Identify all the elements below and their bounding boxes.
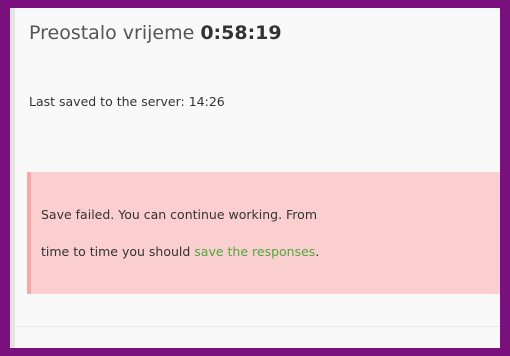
save-responses-link[interactable]: save the responses: [194, 244, 315, 259]
alert-line-2-text: time to time you should: [41, 244, 191, 259]
alert-line-2-end: .: [315, 244, 320, 259]
alert-line-2: time to time you should save the respons…: [41, 233, 489, 270]
save-failed-alert: Save failed. You can continue working. F…: [27, 172, 500, 294]
quiz-timer-panel: Preostalo vrijeme 0:58:19 Last saved to …: [10, 8, 500, 348]
time-remaining-value: 0:58:19: [200, 22, 282, 44]
panel-divider: [15, 326, 500, 327]
alert-line-1: Save failed. You can continue working. F…: [41, 207, 318, 222]
last-saved-status: Last saved to the server: 14:26: [29, 94, 225, 109]
time-remaining-label: Preostalo vrijeme: [29, 22, 195, 44]
time-remaining-heading: Preostalo vrijeme 0:58:19: [29, 22, 282, 44]
